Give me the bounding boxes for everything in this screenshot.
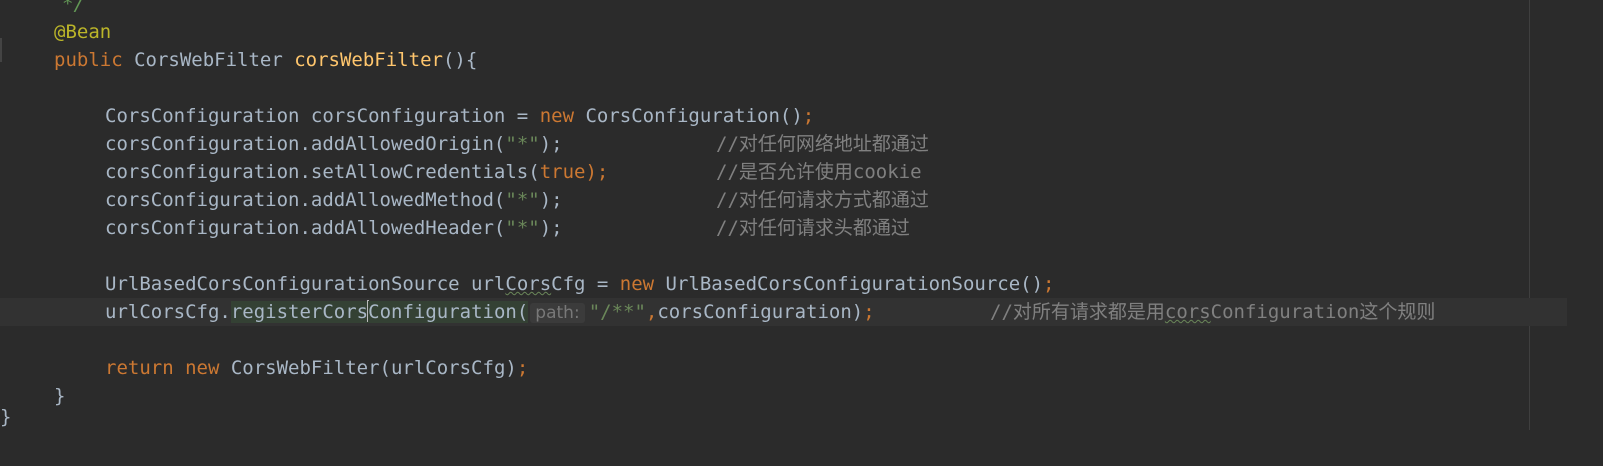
new-keyword: new [539,105,586,127]
code-line-annotation[interactable]: @Bean [0,18,1567,46]
comma: , [645,301,658,323]
semicolon: ; [802,105,815,127]
call-end: ); [539,189,563,211]
ctor-call: CorsWebFilter(urlCorsCfg) [230,357,517,379]
new-keyword: new [619,273,666,295]
call-end: ); [539,133,563,155]
code-line-5[interactable]: corsConfiguration.addAllowedHeader("*");… [0,214,1567,242]
call-text: corsConfiguration.setAllowCredentials( [105,161,540,183]
return-keyword: return [105,357,186,379]
javadoc-end: */ [62,0,85,15]
method-call-part: registerCors [230,301,369,323]
call-text: corsConfiguration.addAllowedMethod( [105,189,506,211]
code-line-2[interactable]: corsConfiguration.addAllowedOrigin("*");… [0,130,1567,158]
code-line-4[interactable]: corsConfiguration.addAllowedMethod("*");… [0,186,1567,214]
decl-text: CorsConfiguration corsConfiguration = [105,105,540,127]
method-call-part: Configuration [368,301,517,323]
line-comment: //对所有请求都是用 [990,301,1165,323]
public-keyword: public [54,49,135,71]
code-line-6[interactable]: UrlBasedCorsConfigurationSource urlCorsC… [0,270,1567,298]
bean-annotation: @Bean [54,21,112,43]
call-text: corsConfiguration.addAllowedOrigin( [105,133,506,155]
call-end: ); [585,161,609,183]
new-keyword: new [185,357,231,379]
line-comment: //对任何请求方式都通过 [716,189,929,211]
decl-rest: Cfg = [551,273,620,295]
outer-close-brace: } [0,406,12,428]
code-line-comment-end[interactable]: */ [0,0,1567,18]
code-line-method-signature[interactable]: public CorsWebFilter corsWebFilter(){ [0,46,1567,74]
code-line-7-current[interactable]: urlCorsCfg.registerCorsConfiguration(pat… [0,298,1567,326]
code-editor[interactable]: */ @Bean public CorsWebFilter corsWebFil… [0,0,1603,430]
code-line-3[interactable]: corsConfiguration.setAllowCredentials(tr… [0,158,1567,186]
call-text: corsConfiguration.addAllowedHeader( [105,217,506,239]
ctor-call: CorsConfiguration() [585,105,803,127]
line-comment: //对任何网络地址都通过 [716,133,929,155]
line-comment: //对任何请求头都通过 [716,217,910,239]
typo-word: cors [1164,301,1211,323]
line-comment: //是否允许使用cookie [716,161,922,183]
return-type: CorsWebFilter [134,49,295,71]
object-ref: urlCorsCfg. [105,301,231,323]
string-arg: "*" [505,189,540,211]
open-paren: ( [516,301,529,323]
method-paren: (){ [442,49,478,71]
string-arg: "*" [505,133,540,155]
string-arg: "/**" [588,301,646,323]
method-name: corsWebFilter [294,49,443,71]
semicolon: ; [863,301,875,323]
typo-word: Cors [505,273,552,295]
semicolon: ; [1043,273,1055,295]
call-end: ); [539,217,563,239]
boolean-arg: true [539,161,586,183]
call-rest: corsConfiguration) [657,301,864,323]
code-line-1[interactable]: CorsConfiguration corsConfiguration = ne… [0,102,1567,130]
ctor-call: UrlBasedCorsConfigurationSource() [665,273,1044,295]
line-comment-rest: Configuration这个规则 [1210,301,1436,323]
code-line-close-method[interactable]: } [0,382,1567,410]
code-line-8[interactable]: return new CorsWebFilter(urlCorsCfg); [0,354,1567,382]
parameter-hint: path: [530,303,585,323]
close-brace: } [54,385,66,407]
string-arg: "*" [505,217,540,239]
decl-text: UrlBasedCorsConfigurationSource url [105,273,506,295]
semicolon: ; [516,357,529,379]
